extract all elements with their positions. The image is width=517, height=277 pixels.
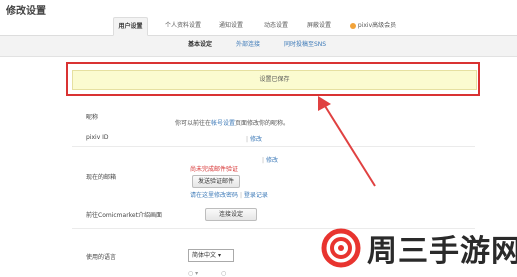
watermark-logo-icon — [321, 228, 361, 268]
watermark: 周三手游网 — [315, 222, 517, 276]
watermark-text: 周三手游网 — [367, 234, 517, 269]
